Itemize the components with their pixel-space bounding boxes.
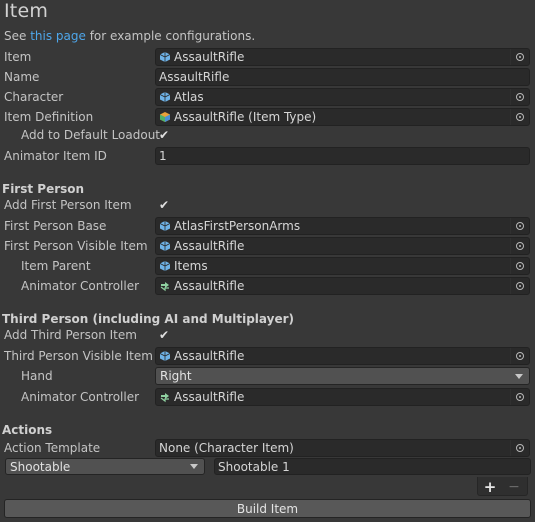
chevron-down-icon	[190, 464, 198, 469]
name-label: Name	[4, 70, 40, 84]
prefab-icon	[159, 241, 171, 251]
third-person-visible-item-field[interactable]: AssaultRifle	[155, 347, 530, 365]
hand-value: Right	[160, 369, 192, 383]
first-person-base-field[interactable]: AtlasFirstPersonArms	[155, 217, 530, 235]
item-parent-field[interactable]: Items	[155, 257, 530, 275]
third-person-heading: Third Person (including AI and Multiplay…	[2, 312, 294, 326]
target-icon	[516, 352, 524, 360]
object-picker-button[interactable]	[510, 218, 529, 234]
name-value: AssaultRifle	[159, 70, 230, 84]
item-definition-field[interactable]: AssaultRifle (Item Type)	[155, 108, 530, 126]
minus-icon: −	[508, 479, 520, 495]
item-definition-label: Item Definition	[4, 110, 94, 124]
target-icon	[516, 93, 524, 101]
object-picker-button[interactable]	[510, 258, 529, 274]
first-person-base-value: AtlasFirstPersonArms	[174, 219, 301, 233]
item-parent-label: Item Parent	[21, 259, 91, 273]
target-icon	[516, 113, 524, 121]
checkmark-icon: ✔	[158, 328, 170, 342]
prefab-icon	[159, 52, 171, 62]
item-value: AssaultRifle	[174, 50, 245, 64]
checkmark-icon: ✔	[158, 128, 170, 142]
item-parent-value: Items	[174, 259, 208, 273]
target-icon	[516, 242, 524, 250]
scriptable-object-icon	[160, 112, 170, 122]
chevron-down-icon	[515, 373, 523, 379]
remove-action-button[interactable]: −	[506, 479, 522, 495]
first-person-heading: First Person	[2, 182, 85, 196]
checkmark-icon: ✔	[158, 198, 170, 212]
add-third-person-item-label: Add Third Person Item	[4, 328, 137, 342]
animator-controller-icon	[160, 282, 169, 292]
prefab-icon	[159, 351, 171, 361]
character-field[interactable]: Atlas	[155, 88, 530, 106]
description-prefix: See	[4, 29, 31, 43]
object-picker-button[interactable]	[510, 89, 529, 105]
add-first-person-item-checkbox[interactable]: ✔	[157, 198, 171, 212]
action-template-field[interactable]: None (Character Item)	[155, 439, 530, 457]
action-template-label: Action Template	[4, 441, 101, 455]
action-type-value: Shootable	[10, 459, 71, 474]
action-name-value: Shootable 1	[218, 459, 290, 474]
add-third-person-item-checkbox[interactable]: ✔	[157, 328, 171, 342]
prefab-icon	[159, 92, 171, 102]
character-label: Character	[4, 90, 64, 104]
example-link[interactable]: this page	[30, 29, 86, 43]
plus-icon: +	[483, 478, 497, 496]
animator-controller-icon	[160, 393, 169, 403]
target-icon	[516, 282, 524, 290]
first-person-visible-item-value: AssaultRifle	[174, 239, 245, 253]
build-item-label: Build Item	[236, 501, 299, 516]
object-picker-button[interactable]	[510, 49, 529, 65]
target-icon	[516, 444, 524, 452]
fp-animator-controller-label: Animator Controller	[21, 279, 140, 293]
object-picker-button[interactable]	[510, 348, 529, 364]
object-picker-button[interactable]	[510, 238, 529, 254]
target-icon	[516, 222, 524, 230]
object-picker-button[interactable]	[510, 440, 529, 456]
description: See this page for example configurations…	[4, 29, 255, 43]
tp-animator-controller-value: AssaultRifle	[174, 390, 245, 404]
target-icon	[516, 53, 524, 61]
tp-animator-controller-field[interactable]: AssaultRifle	[155, 388, 530, 406]
target-icon	[516, 262, 524, 270]
object-picker-button[interactable]	[510, 278, 529, 294]
first-person-base-label: First Person Base	[4, 219, 107, 233]
object-picker-button[interactable]	[510, 389, 529, 405]
hand-label: Hand	[21, 369, 53, 383]
animator-item-id-value: 1	[159, 149, 167, 163]
hand-dropdown[interactable]: Right	[155, 367, 530, 385]
fp-animator-controller-value: AssaultRifle	[174, 279, 245, 293]
add-first-person-item-label: Add First Person Item	[4, 198, 132, 212]
prefab-icon	[159, 221, 171, 231]
character-value: Atlas	[174, 90, 204, 104]
add-default-loadout-label: Add to Default Loadout	[21, 128, 161, 142]
tp-animator-controller-label: Animator Controller	[21, 390, 140, 404]
build-item-button[interactable]: Build Item	[4, 499, 531, 518]
action-type-dropdown[interactable]: Shootable	[5, 458, 205, 475]
name-input[interactable]: AssaultRifle	[155, 68, 530, 86]
item-label: Item	[4, 50, 32, 64]
action-template-value: None (Character Item)	[159, 441, 294, 455]
action-name-input[interactable]: Shootable 1	[214, 458, 531, 475]
third-person-visible-item-label: Third Person Visible Item	[4, 349, 153, 363]
add-default-loadout-checkbox[interactable]: ✔	[157, 128, 171, 142]
target-icon	[516, 393, 524, 401]
animator-item-id-label: Animator Item ID	[4, 149, 107, 163]
third-person-visible-item-value: AssaultRifle	[174, 349, 245, 363]
add-action-button[interactable]: +	[482, 478, 498, 496]
item-definition-value: AssaultRifle (Item Type)	[174, 110, 317, 124]
actions-heading: Actions	[2, 423, 53, 437]
first-person-visible-item-label: First Person Visible Item	[4, 239, 148, 253]
animator-item-id-input[interactable]: 1	[155, 147, 530, 165]
item-field[interactable]: AssaultRifle	[155, 48, 530, 66]
object-picker-button[interactable]	[510, 109, 529, 125]
first-person-visible-item-field[interactable]: AssaultRifle	[155, 237, 530, 255]
prefab-icon	[159, 261, 171, 271]
description-suffix: for example configurations.	[85, 29, 256, 43]
page-title: Item	[4, 0, 49, 22]
fp-animator-controller-field[interactable]: AssaultRifle	[155, 277, 530, 295]
